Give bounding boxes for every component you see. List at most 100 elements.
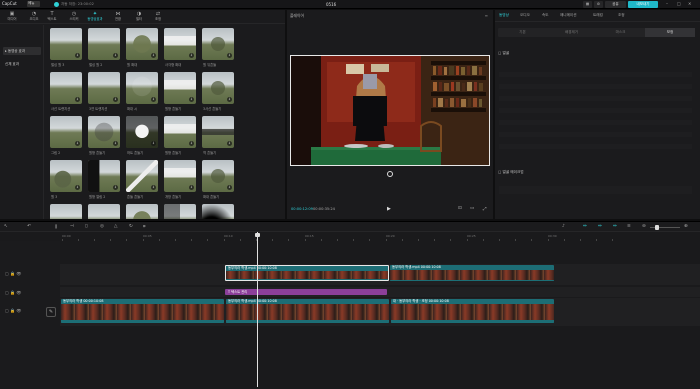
project-title[interactable]: 0516 xyxy=(326,2,336,7)
cover-edit-icon[interactable]: ✎ xyxy=(46,307,56,317)
mic-icon[interactable]: ♪ xyxy=(562,224,565,229)
effect-thumbnail[interactable]: ⇩ xyxy=(88,28,120,60)
download-icon[interactable]: ⇩ xyxy=(189,97,194,102)
reverse-icon[interactable]: ◎ xyxy=(100,224,104,229)
tab-tracking[interactable]: 트래킹 xyxy=(593,13,603,18)
subtab-basic[interactable]: 기본 xyxy=(498,28,547,37)
download-icon[interactable]: ⇩ xyxy=(151,53,156,58)
tab-sticker[interactable]: ◷ 스티커 xyxy=(64,11,84,24)
share-button[interactable]: 공유 xyxy=(605,1,626,8)
download-icon[interactable]: ⇩ xyxy=(227,185,232,190)
download-icon[interactable]: ⇩ xyxy=(227,141,232,146)
transform-handle[interactable] xyxy=(387,171,393,177)
download-icon[interactable]: ⇩ xyxy=(227,97,232,102)
effect-thumbnail[interactable]: ⇩ xyxy=(126,160,158,192)
playhead[interactable] xyxy=(257,232,258,387)
effect-thumbnail[interactable]: ⇩ xyxy=(126,28,158,60)
effect-thumbnail[interactable]: ⇩ xyxy=(164,28,196,60)
main-clip-1[interactable]: 동부의라 학생 00:00:10:08 xyxy=(61,299,224,323)
tab-transition[interactable]: ⋈ 전환 xyxy=(108,11,128,24)
select-tool-icon[interactable]: ↖ xyxy=(4,224,8,229)
download-icon[interactable]: ⇩ xyxy=(75,97,80,102)
text-clip[interactable]: T 텍스트 관리 xyxy=(225,289,387,295)
video-preview[interactable] xyxy=(290,55,490,166)
playhead-handle[interactable] xyxy=(255,233,260,237)
effect-thumbnail[interactable]: ⇩ xyxy=(164,204,196,219)
effect-thumbnail[interactable]: ⇩ xyxy=(88,72,120,104)
effect-thumbnail[interactable]: ⇩ xyxy=(50,116,82,148)
subtab-mask[interactable]: 마스크 xyxy=(596,28,645,37)
track-controls[interactable]: ▢ 🔒 👁 xyxy=(5,290,21,295)
slider-row[interactable] xyxy=(499,144,692,149)
tab-effects[interactable]: ✦ 동영상효과 xyxy=(85,11,105,24)
download-icon[interactable]: ⇩ xyxy=(113,185,118,190)
category-body-effects[interactable]: 신체 효과 xyxy=(3,60,41,68)
split-icon[interactable]: ⫼ xyxy=(55,224,57,230)
effect-thumbnail[interactable]: ⇩ xyxy=(50,28,82,60)
effect-thumbnail[interactable]: ⇩ xyxy=(164,116,196,148)
crop-icon[interactable]: ⌗ xyxy=(143,224,146,230)
slider-row[interactable] xyxy=(499,108,692,113)
download-icon[interactable]: ⇩ xyxy=(75,141,80,146)
tab-video[interactable]: 동영상 xyxy=(499,13,509,18)
effect-thumbnail[interactable]: ⇩ xyxy=(164,160,196,192)
timeline-ruler[interactable]: 00:00 00:05 00:10 00:15 00:20 00:25 00:30 xyxy=(60,232,700,241)
download-icon[interactable]: ⇩ xyxy=(227,53,232,58)
tab-media[interactable]: ▣ 미디어 xyxy=(2,11,22,24)
subtab-retouch[interactable]: 보정 xyxy=(645,28,695,37)
category-video-effects[interactable]: ▸ 동영상 효과 xyxy=(3,47,41,55)
download-icon[interactable]: ⇩ xyxy=(151,97,156,102)
play-icon[interactable]: ▶ xyxy=(387,206,391,212)
zoom-out-icon[interactable]: ⊖ xyxy=(642,224,646,229)
ratio-icon[interactable]: ▭ xyxy=(470,206,474,211)
tab-audio[interactable]: ◔ 오디오 xyxy=(24,11,44,24)
rotate-icon[interactable]: ↻ xyxy=(129,224,133,229)
download-icon[interactable]: ⇩ xyxy=(113,97,118,102)
effect-thumbnail[interactable]: ⇩ xyxy=(50,160,82,192)
tab-animation[interactable]: 애니메이션 xyxy=(560,13,577,18)
track-controls[interactable]: ▢ 🔒 👁 xyxy=(5,271,21,276)
player-menu-icon[interactable]: ≡ xyxy=(485,13,488,18)
effect-thumbnail[interactable]: ⇩ xyxy=(164,72,196,104)
download-icon[interactable]: ⇩ xyxy=(113,53,118,58)
effect-thumbnail[interactable]: ⇩ xyxy=(202,160,234,192)
tab-filter[interactable]: ◑ 필터 xyxy=(129,11,149,24)
undo-icon[interactable]: ↶ xyxy=(27,224,31,229)
preview-axis-icon[interactable]: ⇔ xyxy=(613,224,617,229)
download-icon[interactable]: ⇩ xyxy=(189,53,194,58)
effect-thumbnail[interactable]: ⇩ xyxy=(202,204,234,219)
effect-thumbnail[interactable]: ⇩ xyxy=(88,116,120,148)
fit-icon[interactable]: ⊡ xyxy=(458,206,462,211)
zoom-in-icon[interactable]: ⊕ xyxy=(684,224,688,229)
tab-adjust-props[interactable]: 조정 xyxy=(618,13,625,18)
close-icon[interactable]: ✕ xyxy=(688,1,691,6)
download-icon[interactable]: ⇩ xyxy=(151,185,156,190)
effect-thumbnail[interactable]: ⇩ xyxy=(202,72,234,104)
settings-icon[interactable]: ⚙ xyxy=(594,1,603,8)
effect-thumbnail[interactable]: ⇩ xyxy=(50,72,82,104)
makeup-section-title[interactable]: ▢ 얼굴 메이크업 xyxy=(498,170,524,175)
tab-speed[interactable]: 속도 xyxy=(542,13,549,18)
effect-thumbnail[interactable]: ⇩ xyxy=(88,204,120,219)
effect-thumbnail[interactable]: ⇩ xyxy=(202,116,234,148)
tab-adjust[interactable]: ⇄ 조정 xyxy=(148,11,168,24)
track-controls[interactable]: ▢ 🔒 👁 xyxy=(5,308,21,313)
effect-thumbnail[interactable]: ⇩ xyxy=(126,204,158,219)
zoom-slider-thumb[interactable] xyxy=(655,225,659,230)
maximize-icon[interactable]: □ xyxy=(677,1,681,6)
video-clip-upper-1[interactable]: 동부의라 학생.mp4 00:00:10:08 xyxy=(225,265,389,281)
download-icon[interactable]: ⇩ xyxy=(75,53,80,58)
video-clip-upper-2[interactable]: 동부의라 학생.mp4 00:00:10:08 xyxy=(390,265,554,281)
main-clip-3[interactable]: 대 · 동부의라 학생 · 조정 00:00:10:08 xyxy=(391,299,554,323)
download-icon[interactable]: ⇩ xyxy=(189,141,194,146)
slider-row[interactable] xyxy=(499,84,692,89)
subtab-remove-bg[interactable]: 배경제거 xyxy=(547,28,596,37)
download-icon[interactable]: ⇩ xyxy=(113,141,118,146)
slider-row[interactable] xyxy=(499,72,692,77)
layout-icon[interactable]: ▦ xyxy=(583,1,592,8)
slider-row[interactable] xyxy=(499,120,692,125)
menu-button[interactable]: 메뉴 xyxy=(27,1,40,7)
main-clip-2[interactable]: 동부의라 학생.mp4 00:00:10:08 xyxy=(226,299,389,323)
effect-thumbnail[interactable]: ⇩ xyxy=(88,160,120,192)
download-icon[interactable]: ⇩ xyxy=(151,141,156,146)
